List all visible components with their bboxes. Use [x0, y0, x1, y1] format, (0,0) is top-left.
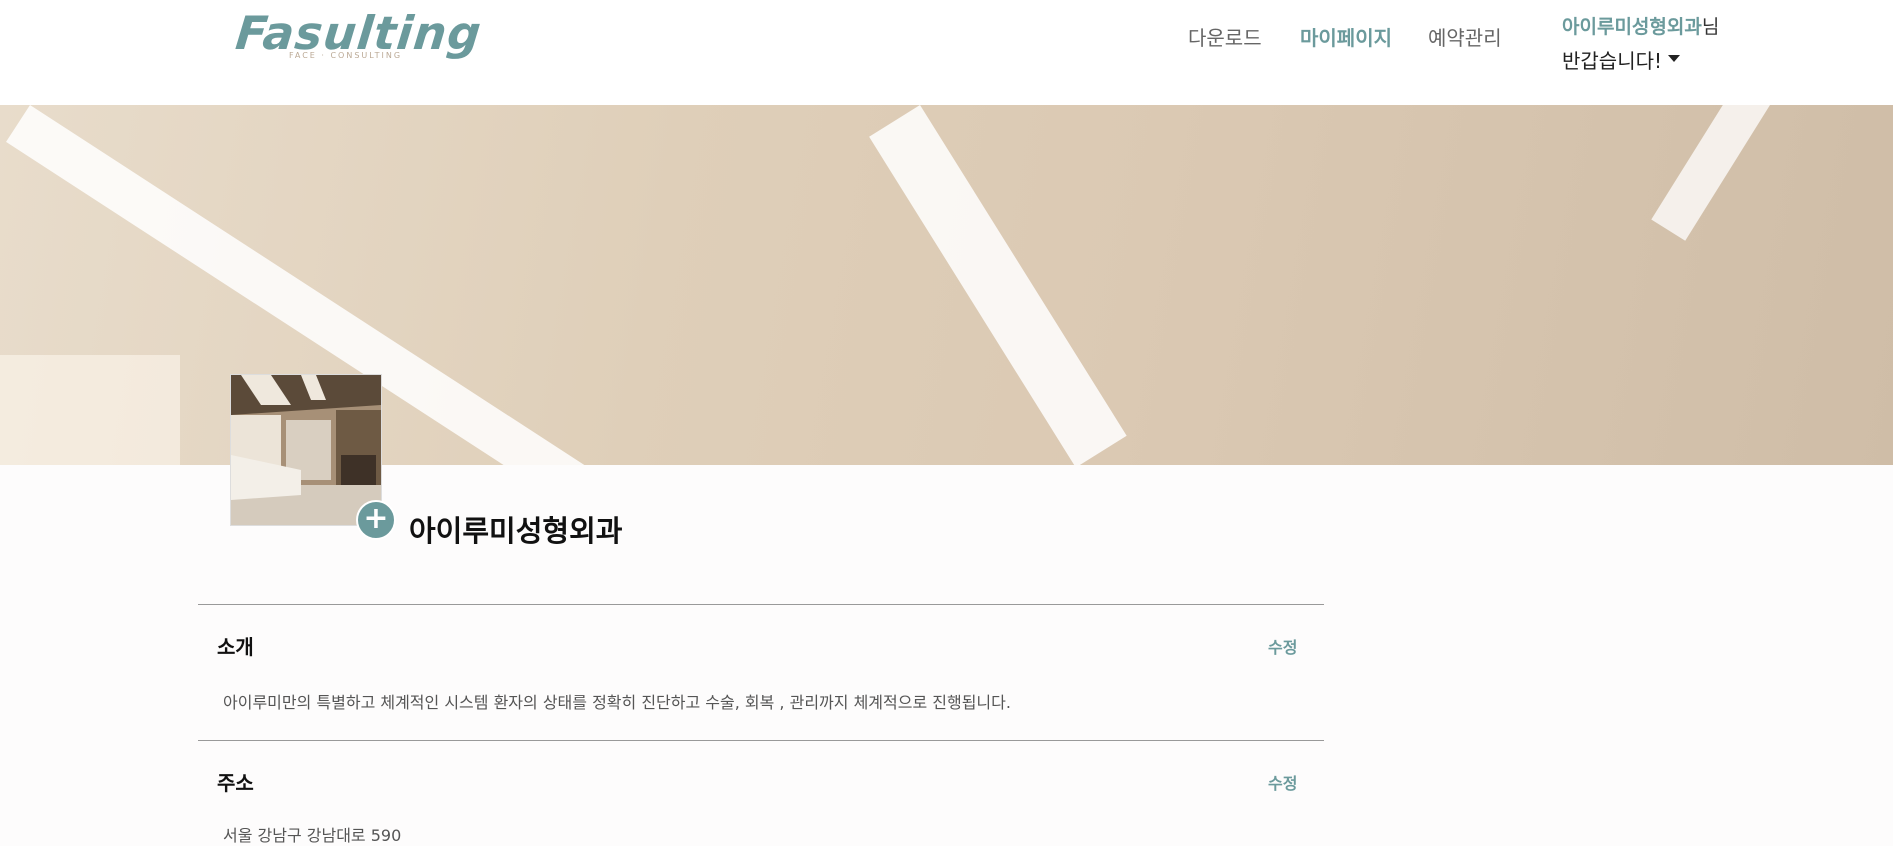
- greeting-text: 반갑습니다!: [1562, 49, 1663, 73]
- light-beam: [869, 105, 1127, 465]
- light-beam: [1651, 105, 1770, 241]
- user-name: 아이루미성형외과: [1562, 16, 1702, 38]
- clinic-lobby-photo: [231, 375, 381, 525]
- header: Fasulting FACE · CONSULTING 다운로드 마이페이지 예…: [0, 0, 1893, 105]
- nav-download[interactable]: 다운로드: [1188, 22, 1262, 51]
- logo[interactable]: Fasulting FACE · CONSULTING: [233, 6, 484, 68]
- intro-edit-button[interactable]: 수정: [1268, 634, 1297, 658]
- light-beam: [0, 355, 180, 465]
- address-text: 서울 강남구 강남대로 590: [223, 826, 402, 845]
- section-divider: [198, 740, 1324, 741]
- user-suffix: 님: [1701, 16, 1720, 38]
- add-photo-button[interactable]: +: [356, 500, 396, 540]
- logo-tagline: FACE · CONSULTING: [289, 51, 403, 60]
- nav-mypage[interactable]: 마이페이지: [1300, 22, 1392, 51]
- chevron-down-icon[interactable]: [1668, 55, 1680, 62]
- clinic-name: 아이루미성형외과: [409, 514, 623, 548]
- address-edit-button[interactable]: 수정: [1268, 770, 1297, 794]
- section-divider: [198, 604, 1324, 605]
- intro-title: 소개: [217, 635, 254, 659]
- user-info: 아이루미성형외과님: [1562, 12, 1719, 39]
- nav-reservation[interactable]: 예약관리: [1428, 22, 1502, 51]
- profile-image: [230, 374, 382, 526]
- intro-text: 아이루미만의 특별하고 체계적인 시스템 환자의 상태를 정확히 진단하고 수술…: [223, 693, 1011, 712]
- address-title: 주소: [217, 771, 254, 795]
- plus-circle-icon: +: [363, 501, 389, 536]
